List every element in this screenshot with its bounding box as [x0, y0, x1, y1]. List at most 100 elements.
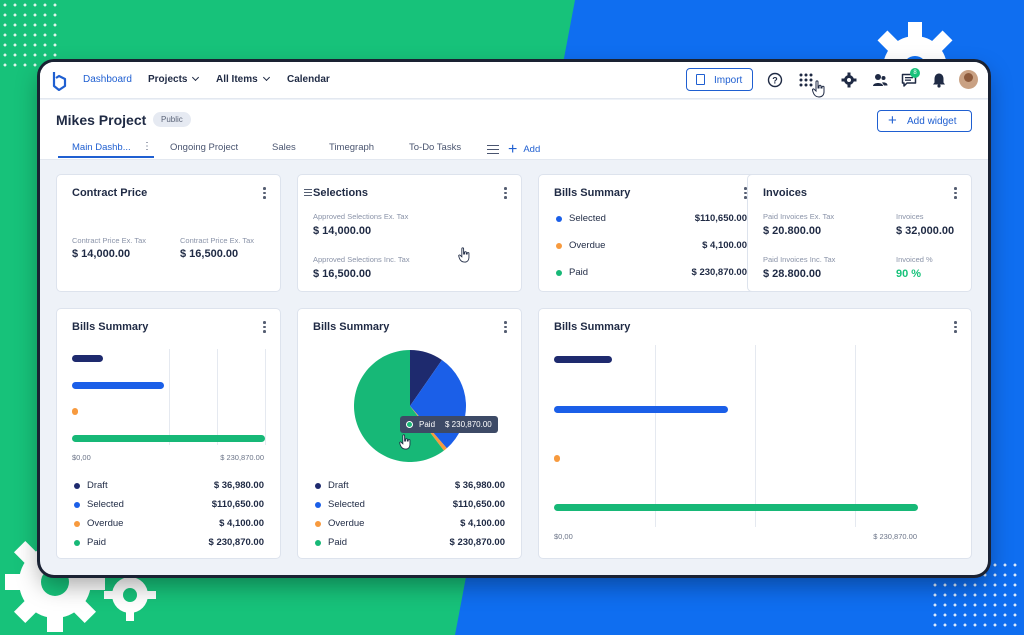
hand-cursor-icon: [458, 247, 470, 263]
tab-todo-tasks[interactable]: To-Do Tasks: [409, 142, 461, 153]
card-menu-kebab-icon[interactable]: [954, 187, 957, 201]
tabs-menu-icon[interactable]: [487, 145, 499, 157]
pie-tooltip: Paid $ 230,870.00: [400, 416, 498, 433]
row-value: $110,650.00: [694, 213, 747, 224]
legend-dot: [556, 243, 562, 249]
legend-value: $ 230,870.00: [208, 537, 264, 548]
ex-tax-value: $ 14,000.00: [72, 248, 131, 260]
bar-selected[interactable]: [72, 382, 165, 389]
row-label: Selected: [569, 213, 606, 224]
legend-dot: [315, 502, 321, 508]
tooltip-color-dot: [406, 421, 413, 428]
x-axis-max-label: $ 230,870.00: [873, 532, 917, 541]
bell-icon[interactable]: [931, 72, 947, 88]
add-widget-label: Add widget: [907, 116, 957, 127]
row-value: $ 230,870.00: [691, 267, 747, 278]
help-icon[interactable]: ?: [767, 72, 783, 88]
add-widget-button[interactable]: + Add widget: [877, 110, 972, 132]
legend-value: $ 36,980.00: [454, 480, 505, 491]
legend-dot: [315, 521, 321, 527]
ex-tax-value: $ 14,000.00: [313, 225, 372, 237]
active-tab-indicator: [58, 156, 154, 158]
bar-chart: [539, 309, 973, 560]
legend-dot: [556, 216, 562, 222]
card-title: Contract Price: [72, 187, 148, 199]
settings-gear-icon[interactable]: [841, 72, 857, 88]
contract-price-card: Contract Price Contract Price Ex. Tax $ …: [56, 174, 281, 292]
chart-gridline: [265, 349, 266, 445]
nav-calendar[interactable]: Calendar: [287, 74, 330, 85]
bar-overdue[interactable]: [554, 455, 561, 462]
tab-main-dashboard[interactable]: Main Dashb...: [72, 142, 131, 153]
card-menu-kebab-icon[interactable]: [504, 321, 507, 335]
legend-value: $ 4,100.00: [219, 518, 264, 529]
svg-text:?: ?: [772, 75, 778, 85]
card-menu-kebab-icon[interactable]: [504, 187, 507, 201]
bar-paid[interactable]: [72, 435, 265, 442]
legend-label: Overdue: [87, 518, 124, 529]
top-navigation-bar: Dashboard Projects All Items Calendar Im…: [40, 62, 988, 99]
add-tab-button[interactable]: + Add: [508, 139, 541, 158]
tooltip-label: Paid: [419, 420, 436, 429]
legend-value: $110,650.00: [211, 499, 264, 510]
nav-all-items[interactable]: All Items: [216, 73, 270, 85]
legend-value: $ 230,870.00: [449, 537, 505, 548]
app-window: Dashboard Projects All Items Calendar Im…: [40, 62, 988, 575]
bar-overdue[interactable]: [72, 408, 78, 415]
hand-cursor-icon: [812, 80, 825, 98]
nav-projects[interactable]: Projects: [148, 73, 200, 85]
legend-dot: [315, 540, 321, 546]
legend-label: Selected: [87, 499, 124, 510]
legend-value: $110,650.00: [452, 499, 505, 510]
chart-gridline: [169, 349, 170, 445]
users-icon[interactable]: [872, 72, 888, 88]
bar-paid[interactable]: [554, 504, 918, 511]
paid-ex-tax-label: Paid Invoices Ex. Tax: [763, 212, 835, 221]
background-dot-pattern: [0, 0, 60, 70]
bills-summary-bar-chart-card: Bills Summary $0,00 $ 230,870.00 Draft $…: [56, 308, 281, 559]
chart-gridline: [217, 349, 218, 445]
card-title: Selections: [313, 187, 369, 199]
hand-cursor-icon: [399, 434, 411, 450]
visibility-badge: Public: [153, 112, 191, 127]
import-button[interactable]: Import: [686, 68, 753, 91]
invoiced-percent-value: 90 %: [896, 268, 922, 280]
tab-ongoing-project[interactable]: Ongoing Project: [170, 142, 238, 153]
paid-inc-tax-value: $ 28.800.00: [763, 268, 822, 280]
drag-handle-icon[interactable]: [304, 189, 312, 198]
card-menu-kebab-icon[interactable]: [263, 187, 266, 201]
ex-tax-label: Approved Selections Ex. Tax: [313, 212, 409, 221]
card-title: Invoices: [763, 187, 808, 199]
legend-dot: [74, 502, 80, 508]
nav-dashboard[interactable]: Dashboard: [83, 74, 132, 85]
invoices-card: Invoices Paid Invoices Ex. Tax $ 20.800.…: [747, 174, 972, 292]
invoiced-percent-label: Invoiced %: [896, 255, 933, 264]
bar-draft[interactable]: [72, 355, 103, 362]
chart-gridline: [855, 345, 856, 527]
nav-projects-label: Projects: [148, 74, 188, 85]
user-avatar[interactable]: [959, 70, 978, 89]
chevron-down-icon: [262, 73, 270, 82]
card-title: Bills Summary: [313, 321, 390, 333]
tab-sales[interactable]: Sales: [272, 142, 296, 153]
nav-all-items-label: All Items: [216, 74, 258, 85]
bar-selected[interactable]: [554, 406, 729, 413]
row-label: Overdue: [569, 240, 606, 251]
legend-label: Selected: [328, 499, 365, 510]
messages-count-badge: 8: [910, 68, 920, 78]
bar-draft[interactable]: [554, 356, 613, 363]
inc-tax-label: Contract Price Ex. Tax: [180, 236, 255, 245]
ex-tax-label: Contract Price Ex. Tax: [72, 236, 147, 245]
chart-gridline: [655, 345, 656, 527]
app-logo-icon[interactable]: [51, 71, 67, 91]
invoices-label: Invoices: [896, 212, 924, 221]
add-tab-label: Add: [523, 144, 541, 155]
project-title: Mikes Project: [56, 112, 147, 128]
x-axis-max-label: $ 230,870.00: [220, 453, 264, 462]
chevron-down-icon: [192, 73, 200, 82]
tab-options-kebab-icon[interactable]: ⋮: [142, 141, 152, 152]
tab-timegraph[interactable]: Timegraph: [329, 142, 374, 153]
bills-summary-wide-bar-chart-card: Bills Summary $0,00 $ 230,870.00: [538, 308, 972, 559]
legend-label: Paid: [328, 537, 348, 548]
bills-summary-card: Bills Summary Selected $110,650.00 Overd…: [538, 174, 762, 292]
